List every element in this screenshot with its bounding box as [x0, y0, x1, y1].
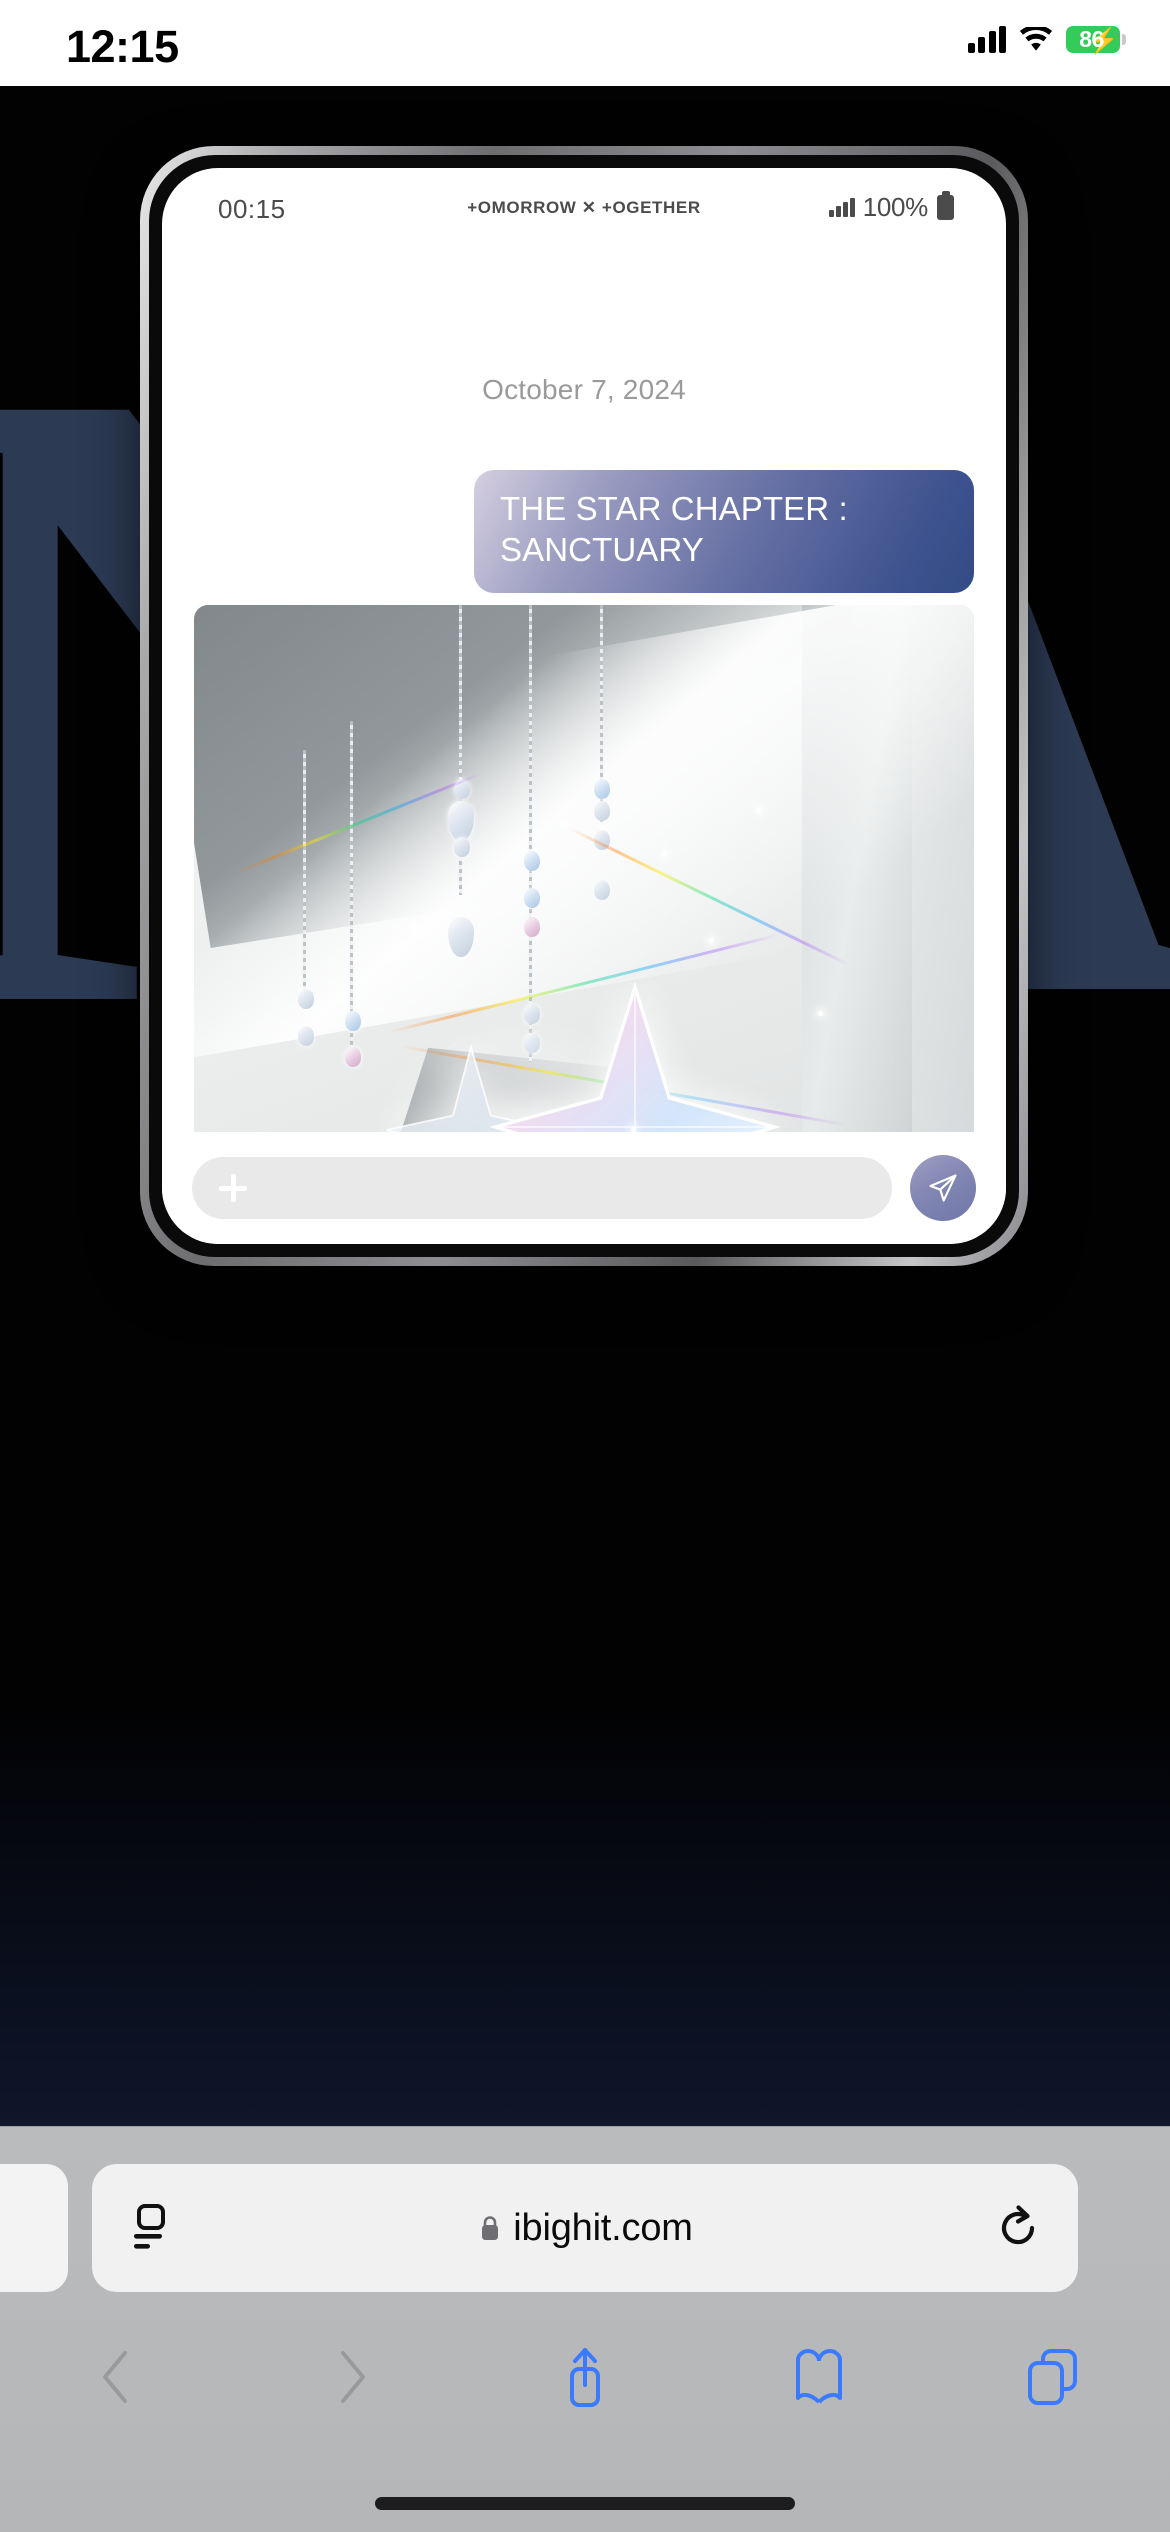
adjacent-tab-peek[interactable]	[0, 2164, 68, 2292]
phone-frame: 00:15 +OMORROW ✕ +OGETHER 100% October 7…	[140, 146, 1028, 1266]
battery-icon: 86 ⚡	[1066, 26, 1126, 55]
ios-status-bar: 12:15 86 ⚡	[0, 0, 1170, 86]
mock-status-indicators: 100%	[829, 191, 954, 223]
safari-toolbar	[0, 2322, 1170, 2432]
message-input[interactable]	[192, 1157, 892, 1219]
phone-body: 00:15 +OMORROW ✕ +OGETHER 100% October 7…	[149, 155, 1019, 1257]
aa-page-settings-icon[interactable]	[130, 2204, 176, 2252]
chevron-left-icon	[103, 2351, 127, 2403]
message-row-title: THE STAR CHAPTER : SANCTUARY	[194, 470, 974, 593]
back-button[interactable]	[0, 2347, 234, 2407]
battery-icon	[937, 191, 954, 220]
phone-screen: 00:15 +OMORROW ✕ +OGETHER 100% October 7…	[162, 168, 1006, 1244]
web-page-content: N A 00:15 +OMORROW ✕ +OGETHER 100%	[0, 86, 1170, 2126]
chat-thread: October 7, 2024 THE STAR CHAPTER : SANCT…	[162, 246, 1006, 1132]
book-icon	[796, 2349, 842, 2404]
send-paper-plane-icon	[929, 1174, 957, 1202]
mock-battery-percent: 100%	[862, 192, 929, 222]
plus-icon[interactable]	[218, 1173, 248, 1203]
tabs-button[interactable]	[936, 2347, 1170, 2407]
share-button[interactable]	[468, 2345, 702, 2409]
tabs-icon	[1028, 2349, 1077, 2405]
bookmarks-button[interactable]	[702, 2347, 936, 2407]
share-icon	[570, 2348, 600, 2407]
phone-mockup: 00:15 +OMORROW ✕ +OGETHER 100% October 7…	[140, 146, 1028, 1266]
url-display[interactable]: ibighit.com	[176, 2207, 996, 2250]
status-bar-indicators: 86 ⚡	[967, 26, 1126, 55]
wifi-icon	[1019, 26, 1053, 51]
battery-percent: 86	[1079, 26, 1104, 52]
forward-button[interactable]	[234, 2347, 468, 2407]
address-bar[interactable]: ibighit.com	[92, 2164, 1078, 2292]
lock-icon	[482, 2216, 499, 2240]
message-image[interactable]	[194, 604, 974, 1132]
reload-icon[interactable]	[996, 2204, 1040, 2252]
crystal-star-large	[490, 982, 781, 1132]
chat-composer	[162, 1132, 1006, 1244]
status-bar-clock: 12:15	[66, 21, 179, 72]
home-indicator	[375, 2497, 795, 2510]
crystal-star-suncatcher-photo	[194, 604, 974, 1132]
safari-bottom-bar: ibighit.com	[0, 2126, 1170, 2532]
cellular-signal-icon	[967, 26, 1006, 53]
message-bubble-title: THE STAR CHAPTER : SANCTUARY	[474, 470, 974, 593]
chevron-right-icon	[341, 2351, 365, 2403]
cellular-signal-icon	[829, 198, 855, 217]
mock-status-bar: 00:15 +OMORROW ✕ +OGETHER 100%	[162, 168, 1006, 246]
chat-date-separator: October 7, 2024	[482, 374, 686, 405]
send-button[interactable]	[910, 1155, 976, 1221]
background-gradient-fade	[0, 1706, 1170, 2126]
url-text: ibighit.com	[513, 2206, 693, 2249]
